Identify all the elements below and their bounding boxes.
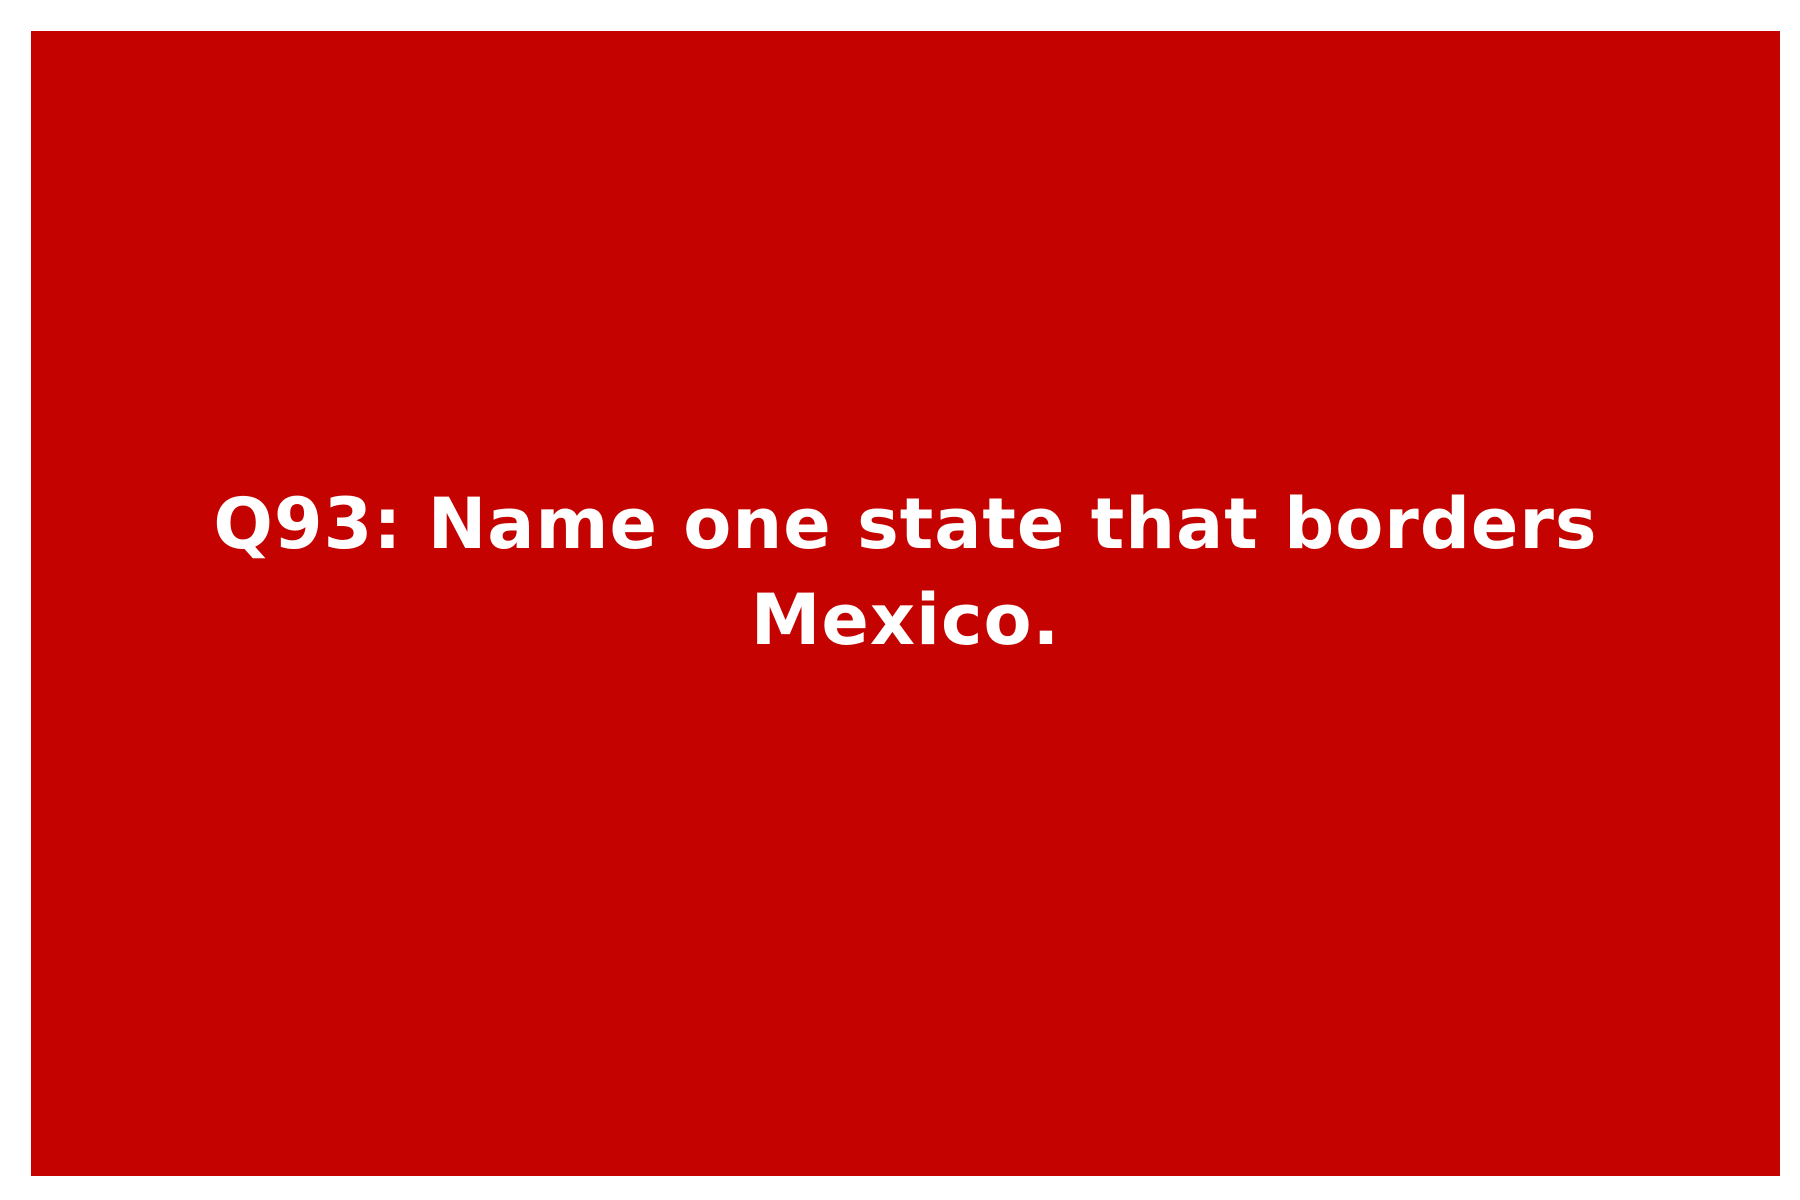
- question-text: Q93: Name one state that borders Mexico.: [213, 482, 1598, 661]
- page: Q93: Name one state that borders Mexico.: [0, 0, 1800, 1200]
- flashcard[interactable]: Q93: Name one state that borders Mexico.: [31, 31, 1780, 1176]
